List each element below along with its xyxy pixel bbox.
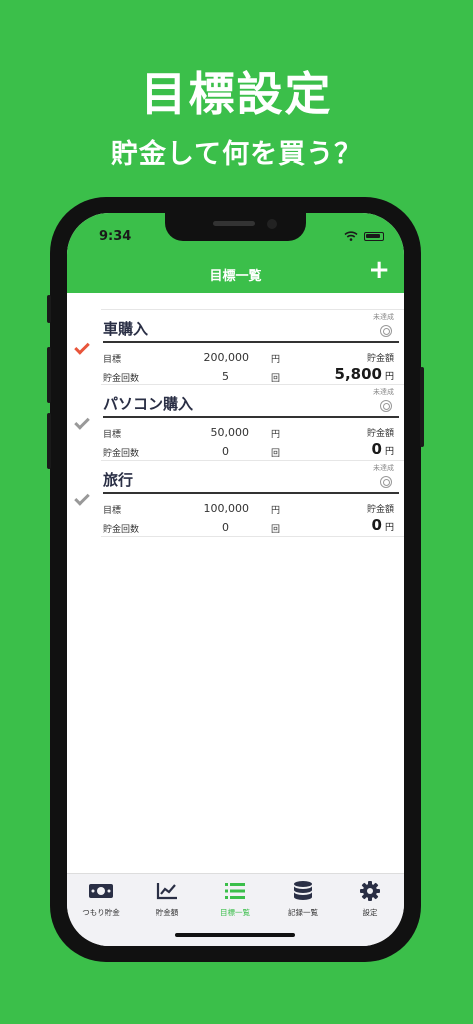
target-label: 目標 bbox=[103, 355, 122, 365]
target-label: 目標 bbox=[103, 430, 122, 440]
list-icon bbox=[225, 883, 245, 899]
notch bbox=[165, 213, 306, 241]
saved-unit: 円 bbox=[384, 447, 394, 457]
count-value: 0 bbox=[222, 521, 229, 534]
tab-goal-list[interactable]: 目標一覧 bbox=[203, 880, 267, 918]
saved-label: 貯金額 bbox=[366, 505, 394, 515]
target-label: 目標 bbox=[103, 506, 122, 516]
count-value: 0 bbox=[222, 445, 229, 458]
front-camera bbox=[267, 219, 277, 229]
count-label: 貯金回数 bbox=[103, 449, 140, 459]
power-button bbox=[420, 367, 424, 447]
saved-value: 0 bbox=[371, 516, 382, 534]
count-value: 5 bbox=[222, 370, 229, 383]
goal-item[interactable]: 旅行 未達成 目標 100,000 円 貯金回数 0 回 貯金額 0 円 bbox=[74, 461, 404, 537]
check-icon[interactable] bbox=[74, 414, 90, 430]
goal-name: パソコン購入 bbox=[103, 395, 194, 413]
divider bbox=[103, 416, 399, 418]
goal-status: 未達成 bbox=[373, 464, 394, 472]
chart-icon bbox=[156, 883, 177, 900]
promo-subline: 貯金して何を買う？ bbox=[110, 139, 363, 170]
count-unit: 回 bbox=[271, 449, 281, 459]
mute-switch bbox=[47, 295, 51, 323]
app-screen: 9:34 目標一覧 + 車購入 未達成 目標 200,000 円 貯金回数 5 … bbox=[67, 213, 404, 946]
divider bbox=[103, 492, 399, 494]
tab-label: 貯金額 bbox=[155, 908, 179, 917]
tab-record-list[interactable]: 記録一覧 bbox=[271, 880, 335, 918]
wifi-icon bbox=[344, 231, 358, 241]
saved-amount: 0 円 bbox=[372, 440, 394, 458]
target-value: 200,000 bbox=[203, 351, 250, 364]
home-indicator[interactable] bbox=[175, 933, 295, 937]
goal-status: 未達成 bbox=[373, 388, 394, 396]
goal-status: 未達成 bbox=[373, 313, 394, 321]
count-unit: 回 bbox=[271, 374, 281, 384]
battery-icon bbox=[364, 231, 384, 241]
saved-label: 貯金額 bbox=[366, 354, 394, 364]
goal-name: 旅行 bbox=[103, 471, 134, 489]
count-label: 貯金回数 bbox=[103, 374, 140, 384]
tab-label: 記録一覧 bbox=[288, 908, 318, 917]
status-icons bbox=[344, 231, 384, 241]
saved-unit: 円 bbox=[384, 372, 394, 382]
saved-value: 5,800 bbox=[334, 365, 382, 383]
check-icon[interactable] bbox=[74, 339, 90, 355]
tab-tsumori-savings[interactable]: つもり貯金 bbox=[69, 880, 133, 918]
money-icon bbox=[89, 884, 113, 898]
target-unit: 円 bbox=[271, 355, 281, 365]
target-icon bbox=[380, 476, 392, 488]
count-unit: 回 bbox=[271, 525, 281, 535]
promo-headline: 目標設定 bbox=[140, 67, 333, 121]
saved-label: 貯金額 bbox=[366, 429, 394, 439]
tab-label: つもり貯金 bbox=[82, 908, 120, 917]
page-title: 目標一覧 bbox=[209, 269, 262, 284]
status-time: 9:34 bbox=[99, 229, 132, 244]
divider bbox=[103, 341, 399, 343]
target-unit: 円 bbox=[271, 430, 281, 440]
target-value: 50,000 bbox=[210, 426, 250, 439]
count-label: 貯金回数 bbox=[103, 525, 140, 535]
volume-down-button bbox=[47, 413, 51, 469]
saved-value: 0 bbox=[371, 440, 382, 458]
saved-unit: 円 bbox=[384, 523, 394, 533]
gear-icon bbox=[360, 881, 380, 901]
add-goal-button[interactable]: + bbox=[368, 255, 390, 285]
target-icon bbox=[380, 400, 392, 412]
tab-savings-amount[interactable]: 貯金額 bbox=[135, 880, 199, 918]
tab-label: 設定 bbox=[362, 908, 378, 917]
database-icon bbox=[294, 881, 312, 900]
phone-frame: 9:34 目標一覧 + 車購入 未達成 目標 200,000 円 貯金回数 5 … bbox=[47, 197, 424, 962]
target-icon bbox=[380, 325, 392, 337]
check-icon[interactable] bbox=[74, 490, 90, 506]
speaker bbox=[213, 221, 255, 226]
saved-amount: 5,800 円 bbox=[335, 365, 394, 383]
target-value: 100,000 bbox=[203, 502, 250, 515]
tab-label: 目標一覧 bbox=[220, 908, 250, 917]
tab-settings[interactable]: 設定 bbox=[338, 880, 402, 918]
goal-item[interactable]: 車購入 未達成 目標 200,000 円 貯金回数 5 回 貯金額 5,800 … bbox=[74, 309, 404, 385]
goal-list: 車購入 未達成 目標 200,000 円 貯金回数 5 回 貯金額 5,800 … bbox=[67, 309, 404, 537]
goal-item[interactable]: パソコン購入 未達成 目標 50,000 円 貯金回数 0 回 貯金額 0 円 bbox=[74, 385, 404, 461]
volume-up-button bbox=[47, 347, 51, 403]
goal-name: 車購入 bbox=[103, 320, 149, 338]
saved-amount: 0 円 bbox=[372, 516, 394, 534]
target-unit: 円 bbox=[271, 506, 281, 516]
